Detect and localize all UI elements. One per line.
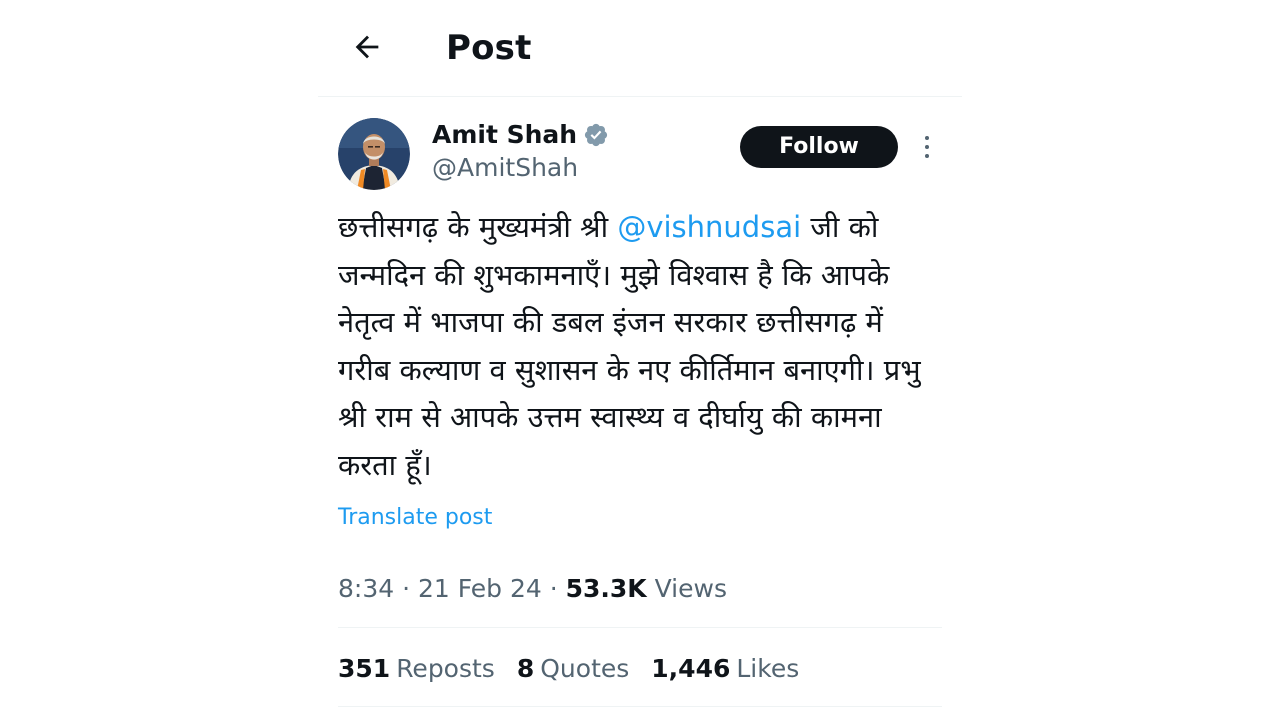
divider — [338, 627, 942, 628]
author-handle[interactable]: @AmitShah — [432, 152, 578, 184]
page-title: Post — [446, 28, 532, 68]
post-time[interactable]: 8:34 — [338, 574, 394, 603]
likes-label: Likes — [736, 654, 800, 683]
reposts-label: Reposts — [396, 654, 495, 683]
quotes-count: 8 — [516, 654, 535, 683]
more-vertical-icon — [925, 136, 929, 140]
avatar[interactable] — [338, 118, 410, 190]
post-page: Post Amit Shah @AmitShah Follow छत्तीसगढ… — [0, 0, 1280, 720]
reposts-stat[interactable]: 351 Reposts — [338, 652, 495, 686]
post-text-start: छत्तीसगढ़ के मुख्यमंत्री श्री — [338, 210, 618, 244]
quotes-stat[interactable]: 8 Quotes — [517, 652, 629, 686]
more-vertical-icon-dot — [925, 154, 929, 158]
author-name[interactable]: Amit Shah — [432, 119, 609, 151]
more-vertical-icon-dot — [925, 145, 929, 149]
post-text: छत्तीसगढ़ के मुख्यमंत्री श्री @vishnudsa… — [338, 204, 942, 489]
author-name-text: Amit Shah — [432, 120, 578, 149]
meta-separator: · — [541, 574, 566, 603]
views-label: Views — [654, 574, 727, 603]
arrow-left-icon — [355, 35, 379, 59]
back-button[interactable] — [344, 24, 390, 70]
profile-photo — [338, 118, 410, 190]
quotes-label: Quotes — [540, 654, 630, 683]
engagement-stats: 351 Reposts 8 Quotes 1,446 Likes — [338, 652, 799, 686]
reposts-count: 351 — [338, 654, 391, 683]
verified-badge-icon — [584, 123, 608, 147]
mention-link[interactable]: @vishnudsai — [617, 210, 801, 244]
translate-post-link[interactable]: Translate post — [338, 503, 492, 533]
meta-separator: · — [394, 574, 418, 603]
likes-count: 1,446 — [651, 654, 731, 683]
divider — [338, 706, 942, 707]
post-meta: 8:34 · 21 Feb 24 · 53.3K Views — [338, 572, 727, 606]
views-count: 53.3K — [565, 574, 647, 603]
post-text-rest: जी को जन्मदिन की शुभकामनाएँ। मुझे विश्वा… — [338, 210, 921, 482]
post-date[interactable]: 21 Feb 24 — [418, 574, 542, 603]
top-bar — [318, 0, 962, 97]
more-options-button[interactable] — [914, 130, 940, 164]
likes-stat[interactable]: 1,446 Likes — [651, 652, 799, 686]
follow-button[interactable]: Follow — [740, 126, 898, 168]
